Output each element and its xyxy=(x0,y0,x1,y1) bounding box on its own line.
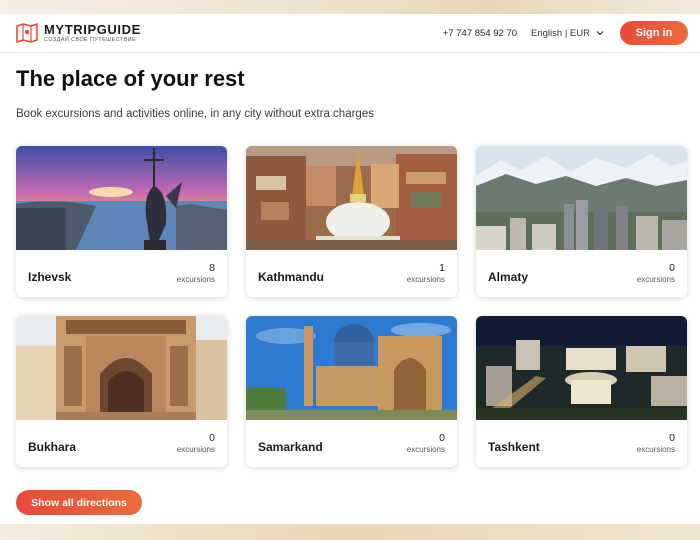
city-image-izhevsk xyxy=(16,146,227,250)
city-image-samarkand xyxy=(246,316,457,420)
excursion-count-label: excursions xyxy=(406,275,445,284)
language-currency-label: English | EUR xyxy=(531,27,590,39)
excursion-count: 0 xyxy=(439,432,445,444)
city-image-tashkent xyxy=(476,316,687,420)
chevron-down-icon xyxy=(596,31,604,36)
city-card-samarkand[interactable]: Samarkand 0 excursions xyxy=(246,316,457,467)
city-card-kathmandu[interactable]: Kathmandu 1 excursions xyxy=(246,146,457,297)
city-card-tashkent[interactable]: Tashkent 0 excursions xyxy=(476,316,687,467)
excursion-count: 0 xyxy=(669,432,675,444)
city-name: Bukhara xyxy=(28,440,77,454)
map-logo-icon xyxy=(16,23,38,43)
excursion-count: 8 xyxy=(209,262,215,274)
excursion-count-label: excursions xyxy=(636,275,675,284)
logo[interactable]: MYTRIPGUIDE СОЗДАЙ СВОЕ ПУТЕШЕСТВИЕ xyxy=(16,22,141,44)
show-all-directions-button[interactable]: Show all directions xyxy=(16,490,142,515)
bottom-decorative-strip xyxy=(0,524,700,540)
destinations-grid: Izhevsk 8 excursions Kathmandu 1 excursi… xyxy=(16,146,687,467)
city-image-almaty xyxy=(476,146,687,250)
language-currency-selector[interactable]: English | EUR xyxy=(531,28,604,39)
excursion-count-label: excursions xyxy=(406,445,445,454)
city-image-kathmandu xyxy=(246,146,457,250)
logo-subtitle: СОЗДАЙ СВОЕ ПУТЕШЕСТВИЕ xyxy=(44,36,137,43)
city-image-bukhara xyxy=(16,316,227,420)
city-name: Tashkent xyxy=(488,440,540,454)
excursion-count-label: excursions xyxy=(636,445,675,454)
city-card-izhevsk[interactable]: Izhevsk 8 excursions xyxy=(16,146,227,297)
excursion-count: 0 xyxy=(669,262,675,274)
page-subtitle: Book excursions and activities online, i… xyxy=(16,108,374,120)
logo-title: MYTRIPGUIDE xyxy=(44,21,141,37)
page-title: The place of your rest xyxy=(16,66,245,91)
top-decorative-strip xyxy=(0,0,700,14)
excursion-count: 0 xyxy=(209,432,215,444)
city-name: Samarkand xyxy=(258,440,323,454)
excursion-count-label: excursions xyxy=(176,445,215,454)
excursion-count: 1 xyxy=(439,262,445,274)
city-name: Kathmandu xyxy=(258,270,324,284)
site-header: MYTRIPGUIDE СОЗДАЙ СВОЕ ПУТЕШЕСТВИЕ +7 7… xyxy=(0,14,700,53)
city-name: Izhevsk xyxy=(28,270,72,284)
excursion-count-label: excursions xyxy=(176,275,215,284)
sign-in-button[interactable]: Sign in xyxy=(620,21,688,45)
city-card-bukhara[interactable]: Bukhara 0 excursions xyxy=(16,316,227,467)
city-card-almaty[interactable]: Almaty 0 excursions xyxy=(476,146,687,297)
city-name: Almaty xyxy=(488,270,529,284)
phone-number[interactable]: +7 747 854 92 70 xyxy=(443,28,517,39)
